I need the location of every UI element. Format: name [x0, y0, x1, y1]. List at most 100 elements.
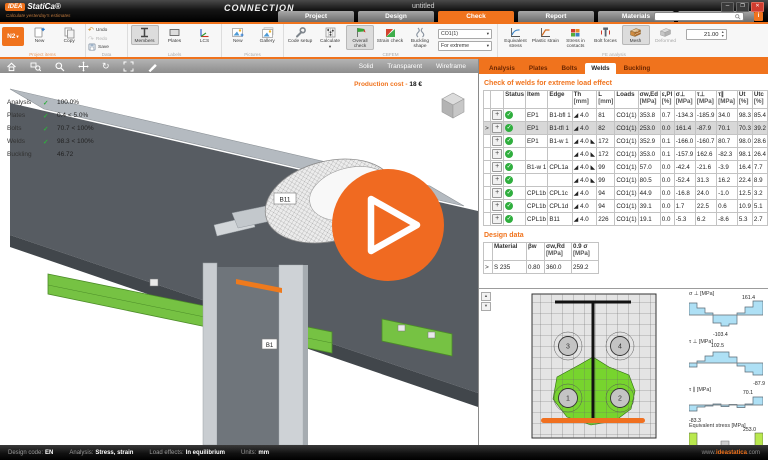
view-mode-option[interactable]: Solid — [359, 63, 373, 70]
play-button[interactable] — [332, 169, 444, 281]
expand-row-button[interactable] — [492, 123, 502, 133]
spinner-down-icon[interactable]: ▼ — [721, 35, 724, 39]
results-tab[interactable]: Plates — [523, 63, 554, 74]
results-tab[interactable]: Buckling — [618, 63, 657, 74]
edge-cell: CPL1a — [548, 161, 572, 174]
search-box[interactable] — [654, 12, 744, 21]
code-setup-button[interactable]: Code setup — [286, 25, 314, 45]
weld-row[interactable]: ◢ 4.0 ◣ 99 CO1(1) 80.5 0.0 -52.4 31.3 16… — [484, 174, 768, 187]
main-tab[interactable]: Design — [358, 11, 434, 22]
scale-up-button[interactable]: ▲ — [481, 292, 491, 301]
tau-perp-cell: 22.5 — [695, 200, 716, 213]
expand-row-button[interactable] — [492, 175, 502, 185]
length-cell: 94 — [597, 187, 615, 200]
tau-par-cell: 80.7 — [717, 135, 738, 148]
viewport-canvas[interactable]: B11 B1 Analysis — [0, 73, 478, 445]
mesh-scale-spinner[interactable]: 21.00 ▲ ▼ — [686, 29, 727, 40]
gallery-icon — [261, 26, 274, 39]
zoom-icon[interactable] — [54, 61, 65, 72]
results-tab[interactable]: Bolts — [555, 63, 583, 74]
render-style-icon[interactable] — [147, 61, 158, 72]
welds-check-title: Check of welds for extreme load effect — [484, 80, 768, 87]
main-tab[interactable]: Check — [438, 11, 514, 22]
zoom-fit-icon[interactable] — [123, 61, 134, 72]
idea-logo-icon: IDEA — [5, 3, 25, 11]
calculate-button[interactable]: Calculate — [316, 25, 344, 51]
results-tab[interactable]: Welds — [585, 63, 615, 74]
results-tab[interactable]: Analysis — [483, 63, 521, 74]
strain-check-button[interactable]: Strain check — [376, 25, 404, 45]
project-item-selector[interactable]: N2 — [2, 27, 24, 46]
new-item-button[interactable]: New — [26, 25, 54, 45]
weld-row[interactable]: CPL1b CPL1d ◢ 4.0 94 CO1(1) 39.1 0.0 1.7… — [484, 200, 768, 213]
close-button[interactable] — [751, 2, 764, 12]
copy-item-button[interactable]: Copy — [55, 25, 83, 45]
save-button[interactable]: Save — [88, 44, 125, 51]
new-picture-button[interactable]: New — [224, 25, 252, 45]
length-cell: 94 — [597, 200, 615, 213]
throat-cell: ◢ 4.0 — [572, 109, 597, 122]
plastic-strain-button[interactable]: Plastic strain — [532, 25, 560, 45]
loads-cell: CO1(1) — [615, 135, 638, 148]
gallery-button[interactable]: Gallery — [254, 25, 282, 45]
plates-labels-button[interactable]: Plates — [161, 25, 189, 45]
home-view-icon[interactable] — [6, 61, 17, 72]
row-marker — [484, 174, 491, 187]
expand-row-button[interactable] — [492, 149, 502, 159]
mesh-button[interactable]: Mesh — [622, 25, 650, 45]
info-button[interactable] — [754, 12, 763, 21]
search-input[interactable] — [665, 14, 735, 20]
scale-down-button[interactable]: ▼ — [481, 302, 491, 311]
expand-row-button[interactable] — [492, 136, 502, 146]
minimize-button[interactable] — [721, 2, 734, 12]
weld-row[interactable]: EP1 B1-w 1 ◢ 4.0 ◣ 172 CO1(1) 352.9 0.1 … — [484, 135, 768, 148]
design-data-title: Design data — [484, 232, 768, 239]
expand-row-button[interactable] — [492, 162, 502, 172]
weld-row[interactable]: B1-w 1 CPL1a ◢ 4.0 ◣ 99 CO1(1) 57.0 0.0 … — [484, 161, 768, 174]
equivalent-stress-button[interactable]: Equivalent stress — [502, 25, 530, 50]
weld-row[interactable]: CPL1b B11 ◢ 4.0 226 CO1(1) 19.1 0.0 -5.3… — [484, 213, 768, 226]
row-marker — [484, 187, 491, 200]
maximize-button[interactable] — [736, 2, 749, 12]
main-tab[interactable]: Project — [278, 11, 354, 22]
row-marker — [484, 135, 491, 148]
expand-row-button[interactable] — [492, 201, 502, 211]
status-ok-icon — [505, 111, 513, 119]
status-ok-icon — [505, 215, 513, 223]
load-case-select[interactable]: CO1(1) — [438, 29, 492, 39]
buckling-shape-button[interactable]: Buckling shape — [406, 25, 434, 50]
design-data-row[interactable]: > S 235 0.80 360.0 259.2 — [484, 261, 599, 274]
zoom-window-icon[interactable] — [30, 61, 41, 72]
pan-icon[interactable] — [78, 61, 89, 72]
member-label: B11 — [279, 197, 290, 204]
rotate-icon[interactable]: ↻ — [102, 61, 110, 72]
bolt-forces-button[interactable]: Bolt forces — [592, 25, 620, 45]
navigation-cube[interactable] — [436, 88, 470, 122]
wrench-icon — [294, 26, 307, 39]
utc-cell: 8.9 — [752, 174, 767, 187]
weld-row[interactable]: EP1 B1-bfl 1 ◢ 4.0 81 CO1(1) 353.8 0.7 -… — [484, 109, 768, 122]
members-labels-button[interactable]: Members — [131, 25, 159, 45]
view-mode-option[interactable]: Transparent — [387, 63, 422, 70]
stress-in-contacts-button[interactable]: Stress in contacts — [562, 25, 590, 50]
view-mode-option[interactable]: Wireframe — [436, 63, 466, 70]
check-summary-row: Plates 0.4 < 5.0% — [7, 109, 94, 122]
main-tab[interactable]: Report — [518, 11, 594, 22]
deformed-button[interactable]: Deformed — [652, 25, 680, 45]
stress-chart-icon — [509, 26, 522, 39]
utc-cell: 5.1 — [752, 200, 767, 213]
tau-par-diagram — [689, 394, 763, 416]
weld-row[interactable]: ◢ 4.0 ◣ 172 CO1(1) 353.0 0.1 -157.9 162.… — [484, 148, 768, 161]
overall-check-button[interactable]: Overall check — [346, 25, 374, 50]
expand-row-button[interactable] — [492, 188, 502, 198]
extreme-filter-select[interactable]: For extreme — [438, 41, 492, 51]
undo-button[interactable]: ↶Undo — [88, 27, 125, 34]
website-link[interactable]: www.ideastatica.com — [702, 450, 760, 456]
lcs-labels-button[interactable]: LCS — [191, 25, 219, 45]
weld-row[interactable]: > EP1 B1-tfl 1 ◢ 4.0 82 CO1(1) 253.0 0.0… — [484, 122, 768, 135]
weld-row[interactable]: CPL1b CPL1c ◢ 4.0 94 CO1(1) 44.9 0.0 -16… — [484, 187, 768, 200]
redo-button[interactable]: ↷Redo — [88, 36, 125, 43]
expand-row-button[interactable] — [492, 214, 502, 224]
throat-cell: ◢ 4.0 ◣ — [572, 161, 597, 174]
expand-row-button[interactable] — [492, 110, 502, 120]
